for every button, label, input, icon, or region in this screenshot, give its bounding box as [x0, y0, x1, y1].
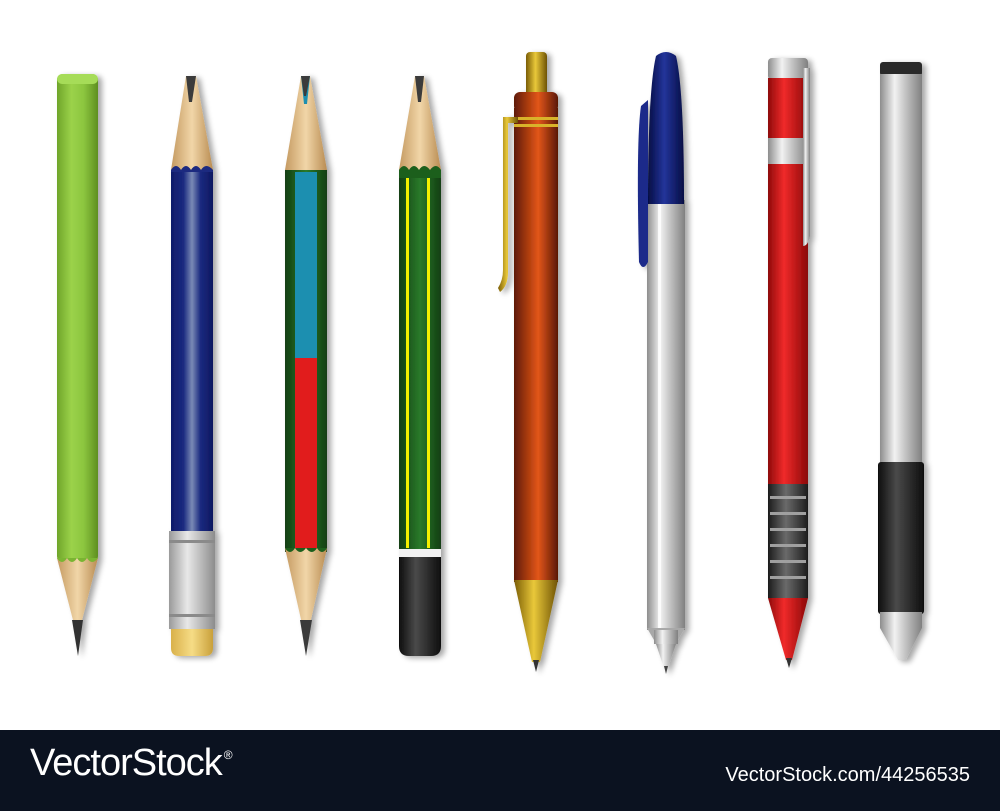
silver-marker — [878, 62, 924, 660]
bicolor-pencil — [285, 76, 327, 656]
silver-capped-pen — [637, 52, 685, 674]
image-stage — [0, 0, 1000, 730]
blue-pencil-with-eraser — [169, 76, 215, 656]
red-click-pen — [768, 58, 810, 668]
brown-click-pen — [498, 52, 558, 672]
brand-logo[interactable]: VectorStock ® — [30, 742, 233, 785]
brand-name: VectorStock — [30, 742, 223, 784]
green-pencil — [57, 74, 98, 656]
striped-pencil-with-cap — [399, 76, 441, 656]
footer-bar: VectorStock ® VectorStock.com/44256535 — [0, 730, 1000, 811]
registered-mark: ® — [223, 748, 233, 762]
image-id-link[interactable]: VectorStock.com/44256535 — [725, 764, 970, 787]
